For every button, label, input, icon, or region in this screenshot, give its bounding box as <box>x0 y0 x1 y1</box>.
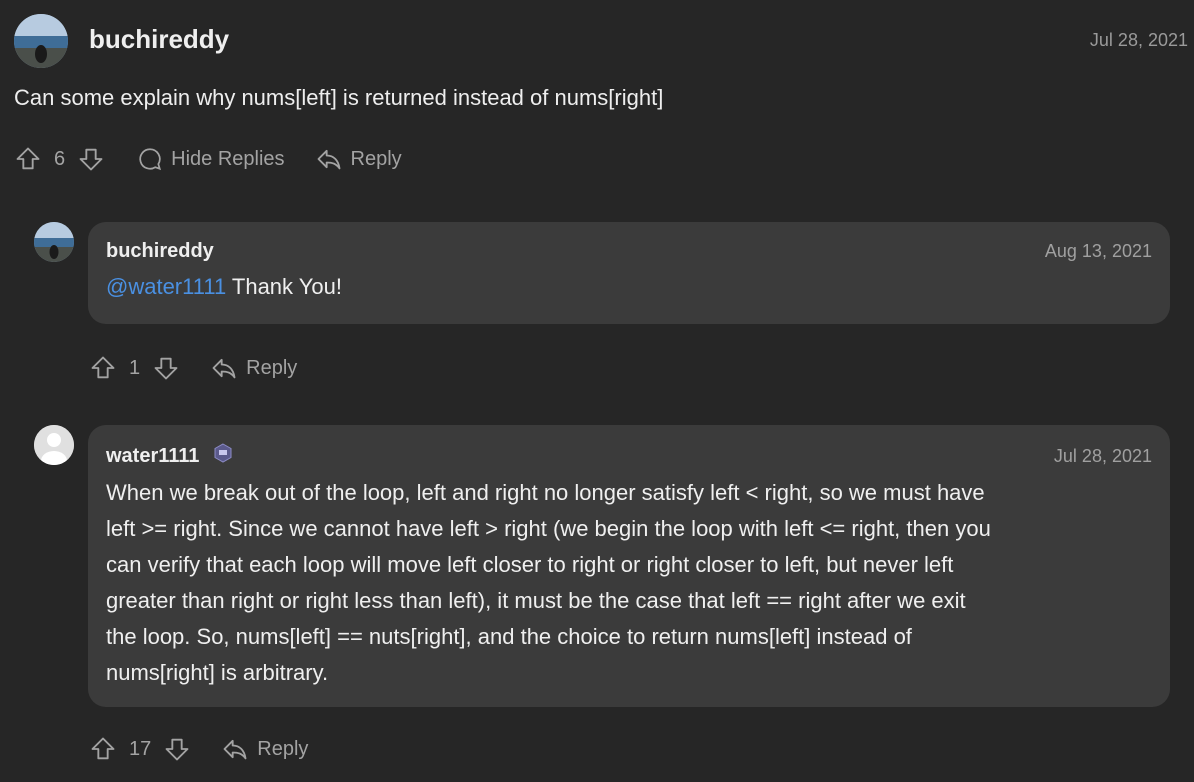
comment-body: Can some explain why nums[left] is retur… <box>14 85 664 110</box>
reply-body: @water1111 Thank You! <box>106 269 1152 305</box>
reply-text: Thank You! <box>226 274 342 299</box>
reply-line: When we break out of the loop, left and … <box>106 480 985 505</box>
reply-button[interactable]: Reply <box>210 354 297 382</box>
reply-line: nums[right] is arbitrary. <box>106 660 329 685</box>
hide-replies-label: Hide Replies <box>171 147 285 170</box>
reply-body: When we break out of the loop, left and … <box>106 475 1152 691</box>
vote-count: 17 <box>129 737 152 760</box>
reply-bubble: water1111 Jul 28, 2021 When we break out… <box>88 425 1170 707</box>
reply-label: Reply <box>246 356 298 379</box>
hide-replies-button[interactable]: Hide Replies <box>137 146 285 172</box>
reply-label: Reply <box>350 147 402 170</box>
reply-label: Reply <box>257 737 309 760</box>
upvote-button[interactable] <box>89 735 117 763</box>
avatar[interactable] <box>34 222 74 262</box>
downvote-button[interactable] <box>77 145 105 173</box>
reply-line: the loop. So, nums[left] == nuts[right],… <box>106 624 912 649</box>
reply-bubble: buchireddy Aug 13, 2021 @water1111 Thank… <box>88 222 1170 324</box>
avatar[interactable] <box>14 14 68 68</box>
reply-author[interactable]: water1111 <box>106 445 199 468</box>
discussion-thread: buchireddy Jul 28, 2021 Can some explain… <box>0 0 1194 782</box>
badge-icon <box>213 443 233 469</box>
upvote-button[interactable] <box>89 354 117 382</box>
arrow-down-icon <box>79 148 103 171</box>
reply-button[interactable]: Reply <box>315 145 402 173</box>
arrow-down-icon <box>165 738 189 761</box>
downvote-button[interactable] <box>152 354 180 382</box>
reply-date: Jul 28, 2021 <box>1053 445 1152 466</box>
reply-author[interactable]: buchireddy <box>106 240 214 263</box>
reply-actions: 17 Reply <box>89 735 308 763</box>
arrow-up-icon <box>91 737 115 760</box>
vote-count: 1 <box>129 356 141 379</box>
comment-icon <box>139 148 162 171</box>
reply-icon <box>212 358 236 379</box>
avatar[interactable] <box>34 425 74 465</box>
reply-date: Aug 13, 2021 <box>1044 241 1152 261</box>
reply-icon <box>317 149 340 170</box>
comment-date: Jul 28, 2021 <box>1089 30 1188 50</box>
reply-icon <box>223 739 247 760</box>
reply-actions: 1 Reply <box>89 354 297 382</box>
comment-actions: 6 Hide Replies Reply <box>14 145 402 173</box>
arrow-up-icon <box>91 356 115 379</box>
arrow-up-icon <box>16 147 40 170</box>
downvote-button[interactable] <box>163 735 191 763</box>
reply-line: left >= right. Since we cannot have left… <box>106 516 991 541</box>
arrow-down-icon <box>154 357 178 380</box>
reply-line: greater than right or right less than le… <box>106 588 966 613</box>
upvote-button[interactable] <box>14 145 42 173</box>
vote-count: 6 <box>54 147 66 170</box>
reply-line: can verify that each loop will move left… <box>106 552 954 577</box>
reply-button[interactable]: Reply <box>221 735 308 763</box>
comment-author[interactable]: buchireddy <box>89 24 229 55</box>
user-mention[interactable]: @water1111 <box>106 274 226 299</box>
